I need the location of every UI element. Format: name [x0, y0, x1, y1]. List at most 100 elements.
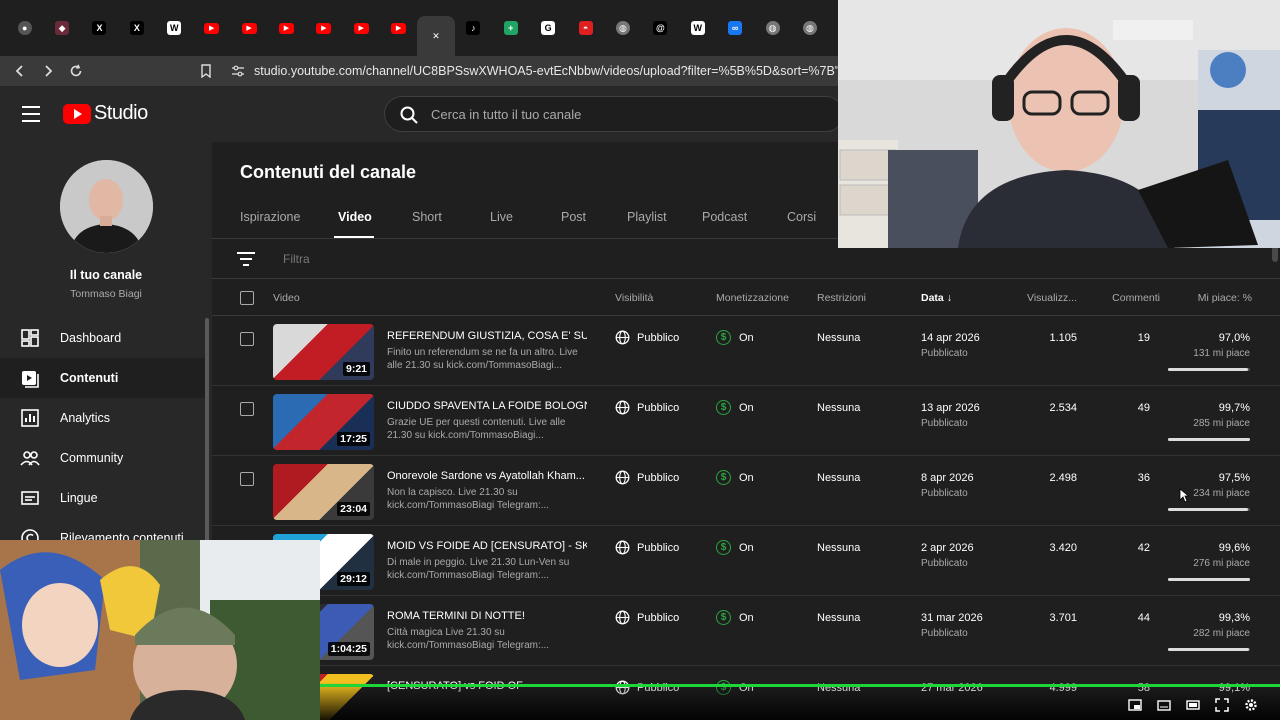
browser-tab[interactable]: ∞ [716, 12, 753, 44]
comments-count[interactable]: 49 [1138, 402, 1150, 414]
comments-count[interactable]: 44 [1138, 612, 1150, 624]
browser-tab[interactable]: @ [642, 12, 679, 44]
browser-tab[interactable]: ◍ [791, 12, 828, 44]
channel-avatar[interactable] [60, 160, 153, 253]
bookmark-icon[interactable] [194, 59, 218, 83]
browser-tab[interactable]: G [529, 12, 566, 44]
monetization-status[interactable]: $ On [716, 470, 754, 485]
monetization-label: On [739, 541, 754, 554]
video-title[interactable]: Onorevole Sardone vs Ayatollah Kham... [387, 470, 587, 482]
sidebar-item-dashboard[interactable]: Dashboard [0, 318, 206, 358]
video-thumbnail[interactable]: 9:21 [273, 324, 374, 380]
video-title[interactable]: ROMA TERMINI DI NOTTE! [387, 610, 587, 622]
column-monetization[interactable]: Monetizzazione [716, 292, 789, 304]
visibility-dropdown[interactable]: Pubblico [615, 610, 679, 625]
dollar-icon: $ [716, 610, 731, 625]
browser-tab[interactable]: ▶ [268, 12, 305, 44]
video-progress-bar[interactable] [320, 684, 1280, 687]
browser-tab[interactable]: X [81, 12, 118, 44]
sidebar-item-analytics[interactable]: Analytics [0, 398, 206, 438]
visibility-dropdown[interactable]: Pubblico [615, 330, 679, 345]
hamburger-menu-icon[interactable] [20, 104, 42, 124]
settings-gear-icon[interactable] [1244, 698, 1258, 712]
fullscreen-icon[interactable] [1215, 698, 1229, 712]
filter-input[interactable]: Filtra [283, 252, 310, 266]
visibility-dropdown[interactable]: Pubblico [615, 470, 679, 485]
search-input[interactable]: Cerca in tutto il tuo canale [384, 96, 844, 132]
tab-ispirazione[interactable]: Ispirazione [240, 210, 300, 224]
tab-corsi[interactable]: Corsi [787, 210, 816, 224]
video-thumbnail[interactable]: 17:25 [273, 394, 374, 450]
comments-count[interactable]: 19 [1138, 332, 1150, 344]
visibility-dropdown[interactable]: Pubblico [615, 540, 679, 555]
column-likes[interactable]: Mi piace: % [1198, 292, 1252, 304]
tab-live[interactable]: Live [490, 210, 513, 224]
row-checkbox[interactable] [240, 472, 254, 486]
visibility-dropdown[interactable]: Pubblico [615, 400, 679, 415]
sidebar-item-lingue[interactable]: Lingue [0, 478, 206, 518]
youtube-icon: ▶ [204, 22, 220, 34]
miniplayer-icon[interactable] [1128, 698, 1142, 712]
video-duration: 29:12 [337, 572, 370, 586]
browser-tab[interactable]: ◍ [604, 12, 641, 44]
comments-count[interactable]: 42 [1138, 542, 1150, 554]
column-visibility[interactable]: Visibilità [615, 292, 653, 304]
column-restrictions[interactable]: Restrizioni [817, 292, 866, 304]
monetization-status[interactable]: $ On [716, 610, 754, 625]
video-duration: 1:04:25 [327, 642, 370, 656]
tab-short[interactable]: Short [412, 210, 442, 224]
tab-post[interactable]: Post [561, 210, 586, 224]
browser-tab[interactable]: ◆ [43, 12, 80, 44]
column-comments[interactable]: Commenti [1112, 292, 1160, 304]
video-row[interactable]: 23:04 Onorevole Sardone vs Ayatollah Kham… [212, 456, 1280, 526]
browser-tab[interactable]: + [492, 12, 529, 44]
video-row[interactable]: 9:21 REFERENDUM GIUSTIZIA, COSA E' SU... F… [212, 316, 1280, 386]
likes-ratio-bar [1168, 648, 1250, 651]
likes-count: 282 mi piace [1193, 628, 1250, 639]
video-title[interactable]: REFERENDUM GIUSTIZIA, COSA E' SU... [387, 330, 587, 342]
select-all-checkbox[interactable] [240, 291, 254, 305]
monetization-status[interactable]: $ On [716, 400, 754, 415]
browser-tab[interactable]: ▶ [230, 12, 267, 44]
tab-video[interactable]: Video [338, 210, 372, 224]
browser-tab[interactable]: ✕ [417, 16, 455, 56]
tab-playlist[interactable]: Playlist [627, 210, 667, 224]
browser-tab[interactable]: ♪ [455, 12, 492, 44]
browser-tab[interactable]: ▶ [305, 12, 342, 44]
back-arrow-icon[interactable] [8, 59, 32, 83]
video-title[interactable]: CIUDDO SPAVENTA LA FOIDE BOLOGN... [387, 400, 587, 412]
forward-arrow-icon[interactable] [36, 59, 60, 83]
browser-tab[interactable]: ▶ [380, 12, 417, 44]
filter-icon[interactable] [236, 251, 256, 267]
browser-tab[interactable]: ▶ [343, 12, 380, 44]
site-settings-icon[interactable] [226, 59, 250, 83]
column-date[interactable]: Data ↓ [921, 292, 952, 304]
video-thumbnail[interactable]: 23:04 [273, 464, 374, 520]
browser-tab[interactable]: ▶ [193, 12, 230, 44]
subtitles-toggle-icon[interactable] [1157, 698, 1171, 712]
video-title[interactable]: MOID VS FOIDE AD [CENSURATO] - SKI... [387, 540, 587, 552]
studio-logo[interactable]: Studio [63, 102, 148, 125]
browser-tab[interactable]: ● [6, 12, 43, 44]
browser-tab[interactable]: W [679, 12, 716, 44]
tab-podcast[interactable]: Podcast [702, 210, 747, 224]
browser-tab[interactable]: ◓ [567, 12, 604, 44]
row-checkbox[interactable] [240, 332, 254, 346]
row-checkbox[interactable] [240, 402, 254, 416]
reload-icon[interactable] [64, 59, 88, 83]
sidebar-item-community[interactable]: Community [0, 438, 206, 478]
url-field[interactable]: studio.youtube.com/channel/UC8BPSswXWHOA… [254, 56, 838, 86]
column-views[interactable]: Visualizz... [1027, 292, 1077, 304]
theater-mode-icon[interactable] [1186, 698, 1200, 712]
sidebar-item-contenuti[interactable]: Contenuti [0, 358, 206, 398]
visibility-label: Pubblico [637, 401, 680, 414]
video-row[interactable]: 29:12 MOID VS FOIDE AD [CENSURATO] - SKI.… [212, 526, 1280, 596]
browser-tab[interactable]: W [156, 12, 193, 44]
browser-tab[interactable]: X [118, 12, 155, 44]
comments-count[interactable]: 36 [1138, 472, 1150, 484]
monetization-status[interactable]: $ On [716, 540, 754, 555]
browser-tab[interactable]: ◍ [754, 12, 791, 44]
monetization-status[interactable]: $ On [716, 330, 754, 345]
video-row[interactable]: 1:04:25 ROMA TERMINI DI NOTTE! Città magic… [212, 596, 1280, 666]
video-row[interactable]: 17:25 CIUDDO SPAVENTA LA FOIDE BOLOGN... G… [212, 386, 1280, 456]
